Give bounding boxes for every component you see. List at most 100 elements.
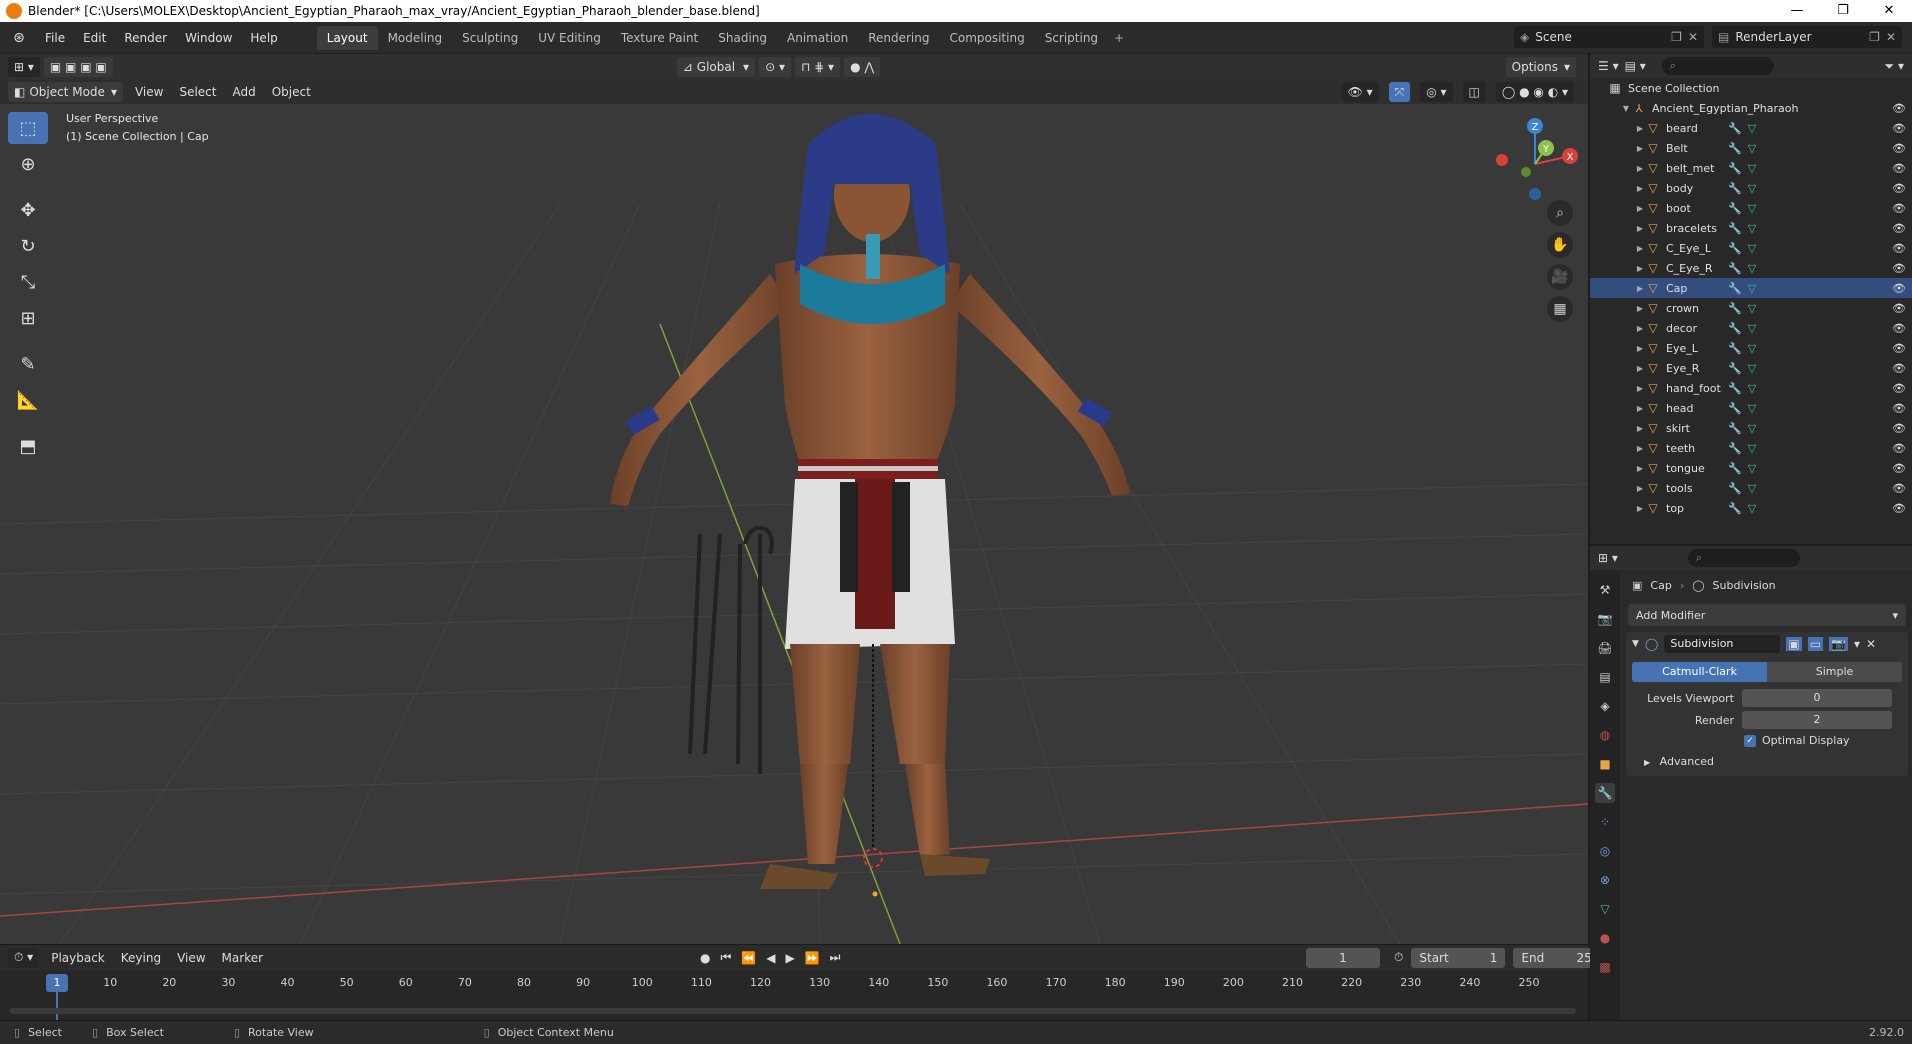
outliner-item-row[interactable]: ▶ ▽ Belt 🔧 ▽ 👁: [1590, 138, 1912, 158]
expand-arrow-icon[interactable]: ▶: [1634, 124, 1646, 133]
modifier-wrench-icon[interactable]: 🔧: [1728, 442, 1742, 455]
visibility-eye-icon[interactable]: 👁: [1892, 482, 1906, 495]
modifier-wrench-icon[interactable]: 🔧: [1728, 382, 1742, 395]
collapse-arrow-icon[interactable]: ▼: [1632, 639, 1639, 649]
visibility-eye-icon[interactable]: 👁: [1892, 342, 1906, 355]
select-tool-mode-icon[interactable]: ▣ ▣ ▣ ▣: [43, 57, 113, 77]
zoom-icon[interactable]: ⌕: [1547, 200, 1573, 226]
expand-arrow-icon[interactable]: ▶: [1634, 284, 1646, 293]
jump-end-icon[interactable]: ⏭: [830, 950, 841, 965]
pivot-point-icon[interactable]: ⊙ ▾: [759, 57, 791, 77]
tab-layout[interactable]: Layout: [316, 25, 378, 50]
menu-window[interactable]: Window: [176, 22, 241, 54]
expand-arrow-icon[interactable]: ▶: [1634, 484, 1646, 493]
outliner-item-row[interactable]: ▶ ▽ head 🔧 ▽ 👁: [1590, 398, 1912, 418]
timeline-editor-type-icon[interactable]: ⏱ ▾: [8, 947, 40, 968]
material-tab-icon[interactable]: ●: [1595, 928, 1615, 948]
expand-arrow-icon[interactable]: ▶: [1634, 144, 1646, 153]
modifier-wrench-icon[interactable]: 🔧: [1728, 142, 1742, 155]
modifier-wrench-icon[interactable]: 🔧: [1728, 182, 1742, 195]
menu-edit[interactable]: Edit: [74, 22, 115, 54]
rotate-tool-icon[interactable]: ↻: [8, 230, 48, 262]
timeline-scrollbar[interactable]: [10, 1008, 1576, 1014]
expand-arrow-icon[interactable]: ▶: [1634, 184, 1646, 193]
mesh-data-icon[interactable]: ▽: [1748, 202, 1756, 215]
visibility-eye-icon[interactable]: 👁: [1892, 362, 1906, 375]
minimize-button[interactable]: —: [1774, 0, 1820, 22]
tab-animation[interactable]: Animation: [777, 26, 858, 50]
mesh-data-icon[interactable]: ▽: [1748, 342, 1756, 355]
jump-keyframe-back-icon[interactable]: ⏪: [741, 951, 756, 965]
modifier-wrench-icon[interactable]: 🔧: [1728, 282, 1742, 295]
modifier-wrench-icon[interactable]: 🔧: [1728, 502, 1742, 515]
outliner-item-row[interactable]: ▶ ▽ boot 🔧 ▽ 👁: [1590, 198, 1912, 218]
proportional-edit-icon[interactable]: ● ⋀: [844, 57, 881, 77]
tab-sculpting[interactable]: Sculpting: [452, 26, 528, 50]
mesh-data-icon[interactable]: ▽: [1748, 122, 1756, 135]
outliner-item-row[interactable]: ▶ ▽ Eye_L 🔧 ▽ 👁: [1590, 338, 1912, 358]
remove-modifier-icon[interactable]: ✕: [1866, 637, 1876, 651]
close-icon[interactable]: ✕: [1886, 30, 1896, 44]
visibility-eye-icon[interactable]: 👁: [1892, 442, 1906, 455]
modifier-name-field[interactable]: Subdivision: [1664, 635, 1781, 653]
editor-type-button[interactable]: ⊞ ▾: [8, 57, 40, 77]
ortho-grid-icon[interactable]: ▦: [1547, 296, 1573, 322]
view-layer-selector[interactable]: ▤ RenderLayer ❐ ✕: [1712, 26, 1902, 48]
visibility-eye-icon[interactable]: 👁: [1892, 282, 1906, 295]
mesh-data-icon[interactable]: ▽: [1748, 242, 1756, 255]
outliner-item-row[interactable]: ▶ ▽ Eye_R 🔧 ▽ 👁: [1590, 358, 1912, 378]
mesh-data-icon[interactable]: ▽: [1748, 362, 1756, 375]
tab-scripting[interactable]: Scripting: [1035, 26, 1108, 50]
3d-viewport[interactable]: User Perspective (1) Scene Collection | …: [0, 104, 1588, 944]
tab-compositing[interactable]: Compositing: [939, 26, 1034, 50]
viewport-menu-view[interactable]: View: [127, 85, 171, 99]
outliner-item-row[interactable]: ▶ ▽ Cap 🔧 ▽ 👁: [1590, 278, 1912, 298]
viewport-menu-object[interactable]: Object: [264, 85, 319, 99]
mesh-data-icon[interactable]: ▽: [1748, 142, 1756, 155]
visibility-eye-icon[interactable]: 👁: [1892, 422, 1906, 435]
play-reverse-icon[interactable]: ◀: [766, 951, 775, 965]
menu-help[interactable]: Help: [241, 22, 286, 54]
mesh-data-icon[interactable]: ▽: [1748, 502, 1756, 515]
modifier-wrench-icon[interactable]: 🔧: [1728, 222, 1742, 235]
expand-arrow-icon[interactable]: ▶: [1634, 464, 1646, 473]
jump-keyframe-forward-icon[interactable]: ⏩: [805, 951, 820, 965]
mesh-data-icon[interactable]: ▽: [1748, 322, 1756, 335]
tab-shading[interactable]: Shading: [708, 26, 777, 50]
expand-arrow-icon[interactable]: ▶: [1634, 444, 1646, 453]
mesh-data-icon[interactable]: ▽: [1748, 222, 1756, 235]
mesh-data-icon[interactable]: ▽: [1748, 422, 1756, 435]
outliner-search-input[interactable]: ⌕: [1661, 57, 1774, 75]
visibility-eye-icon[interactable]: 👁: [1892, 402, 1906, 415]
filter-icon[interactable]: ⏷ ▾: [1885, 59, 1904, 74]
add-workspace-button[interactable]: +: [1108, 26, 1130, 50]
expand-arrow-icon[interactable]: ▶: [1634, 164, 1646, 173]
visibility-eye-icon[interactable]: 👁: [1892, 262, 1906, 275]
expand-arrow-icon[interactable]: ▶: [1634, 264, 1646, 273]
select-box-tool-icon[interactable]: ⬚: [8, 112, 48, 144]
outliner-item-row[interactable]: ▶ ▽ tools 🔧 ▽ 👁: [1590, 478, 1912, 498]
measure-tool-icon[interactable]: 📐: [8, 384, 48, 416]
particles-tab-icon[interactable]: ⁘: [1595, 812, 1615, 832]
render-toggle-icon[interactable]: 📷: [1829, 637, 1848, 651]
start-frame-field[interactable]: Start 1: [1411, 947, 1506, 968]
add-cube-tool-icon[interactable]: ⬒: [8, 430, 48, 462]
tab-rendering[interactable]: Rendering: [858, 26, 939, 50]
visibility-eye-icon[interactable]: 👁: [1892, 322, 1906, 335]
viewport-menu-add[interactable]: Add: [224, 85, 263, 99]
stopwatch-icon[interactable]: ⏱: [1394, 950, 1403, 965]
modifier-wrench-icon[interactable]: 🔧: [1728, 462, 1742, 475]
visibility-eye-icon[interactable]: 👁: [1892, 382, 1906, 395]
mesh-data-icon[interactable]: ▽: [1748, 282, 1756, 295]
xray-toggle-icon[interactable]: ◫: [1462, 82, 1486, 102]
mesh-data-icon[interactable]: ▽: [1748, 402, 1756, 415]
mesh-data-icon[interactable]: ▽: [1748, 162, 1756, 175]
close-window-button[interactable]: ✕: [1866, 0, 1912, 22]
modifier-wrench-icon[interactable]: 🔧: [1728, 422, 1742, 435]
timeline-menu-keying[interactable]: Keying: [113, 951, 169, 965]
viewport-menu-select[interactable]: Select: [171, 85, 224, 99]
visibility-eye-icon[interactable]: 👁: [1892, 302, 1906, 315]
menu-file[interactable]: File: [36, 22, 74, 54]
outliner-item-row[interactable]: ▶ ▽ top 🔧 ▽ 👁: [1590, 498, 1912, 518]
annotate-tool-icon[interactable]: ✎: [8, 348, 48, 380]
